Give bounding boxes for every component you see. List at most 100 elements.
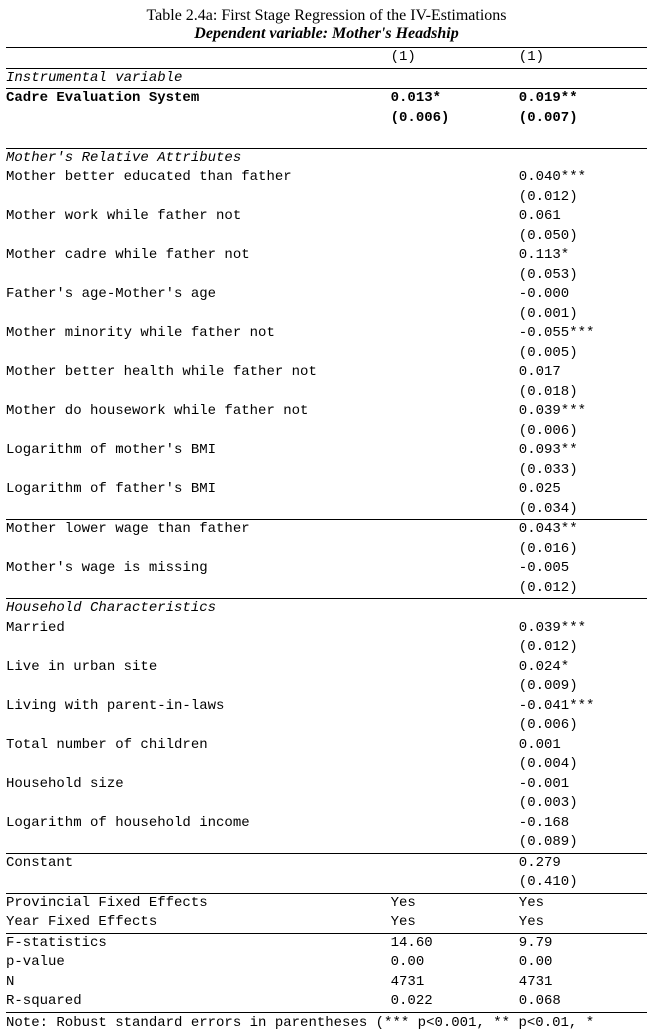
row-se1: [391, 461, 519, 481]
table-row-se: (0.012): [6, 638, 647, 658]
row-label: Father's age-Mother's age: [6, 285, 391, 305]
row-se1: [391, 500, 519, 520]
table-row-se: (0.033): [6, 461, 647, 481]
table-row: Mother better health while father not 0.0…: [6, 363, 647, 383]
row-se2: (0.016): [519, 540, 647, 560]
table-row-se: (0.050): [6, 227, 647, 247]
table-row-se: (0.003): [6, 794, 647, 814]
row-v1: [391, 441, 519, 461]
table-row: Mother minority while father not-0.055**…: [6, 324, 647, 344]
row-se2: (0.033): [519, 461, 647, 481]
section-relattr-heading: Mother's Relative Attributes: [6, 148, 647, 168]
row-v2: 0.093**: [519, 441, 647, 461]
row-se1: [391, 422, 519, 442]
row-se2: (0.004): [519, 755, 647, 775]
row-v1: [391, 168, 519, 188]
row-label: Constant: [6, 853, 391, 873]
table-row: Married0.039***: [6, 619, 647, 639]
row-v2: 0.024*: [519, 658, 647, 678]
row-se1: [391, 188, 519, 208]
table-row: Mother better educated than father 0.040*…: [6, 168, 647, 188]
row-v1: [391, 207, 519, 227]
row-v1: [391, 736, 519, 756]
row-v1: [391, 619, 519, 639]
row-label: Logarithm of household income: [6, 814, 391, 834]
row-v2: 0.019**: [519, 89, 647, 109]
row-v1: 0.00: [391, 953, 519, 973]
row-v1: [391, 814, 519, 834]
section-hh-heading: Household Characteristics: [6, 599, 647, 619]
table-caption: Table 2.4a: First Stage Regression of th…: [6, 6, 647, 25]
row-v1: 0.022: [391, 992, 519, 1012]
row-label: Logarithm of mother's BMI: [6, 441, 391, 461]
table-row: Live in urban site0.024*: [6, 658, 647, 678]
regression-table: (1) (1) Instrumental variable Cadre Eval…: [6, 47, 647, 1013]
col-2-header: (1): [519, 48, 647, 69]
row-v2: 0.068: [519, 992, 647, 1012]
row-v2: 9.79: [519, 933, 647, 953]
row-label: Mother better health while father not: [6, 363, 391, 383]
row-se2: (0.034): [519, 500, 647, 520]
table-row-se: (0.053): [6, 266, 647, 286]
row-se2: (0.012): [519, 579, 647, 599]
row-v2: 0.017: [519, 363, 647, 383]
table-row: Living with parent-in-laws-0.041***: [6, 697, 647, 717]
row-se2: (0.050): [519, 227, 647, 247]
col-1-header: (1): [391, 48, 519, 69]
table-row-se: (0.006): [6, 422, 647, 442]
table-row-se: (0.018): [6, 383, 647, 403]
table-row: Household size -0.001: [6, 775, 647, 795]
row-v1: 0.013*: [391, 89, 519, 109]
row-v1: [391, 520, 519, 540]
table-row: Provincial Fixed EffectsYesYes: [6, 893, 647, 913]
table-row: N47314731: [6, 973, 647, 993]
iv-row: Cadre Evaluation System 0.013* 0.019**: [6, 89, 647, 109]
row-se1: [391, 579, 519, 599]
row-se2: (0.006): [519, 716, 647, 736]
row-label: Mother better educated than father: [6, 168, 391, 188]
row-label: Mother's wage is missing: [6, 559, 391, 579]
table-row-se: (0.005): [6, 344, 647, 364]
row-v2: 0.040***: [519, 168, 647, 188]
row-v1: [391, 480, 519, 500]
row-label: Mother cadre while father not: [6, 246, 391, 266]
row-v2: -0.000: [519, 285, 647, 305]
row-se2: (0.001): [519, 305, 647, 325]
row-se1: [391, 305, 519, 325]
table-row: p-value0.000.00: [6, 953, 647, 973]
table-row: Mother cadre while father not 0.113*: [6, 246, 647, 266]
table-row: Mother's wage is missing-0.005: [6, 559, 647, 579]
row-v2: -0.001: [519, 775, 647, 795]
row-label: Household size: [6, 775, 391, 795]
row-se1: [391, 755, 519, 775]
row-v1: [391, 324, 519, 344]
row-label: F-statistics: [6, 933, 391, 953]
row-v2: 0.113*: [519, 246, 647, 266]
row-se1: [391, 227, 519, 247]
row-se1: [391, 677, 519, 697]
row-label: Mother do housework while father not: [6, 402, 391, 422]
table-row-se: (0.001): [6, 305, 647, 325]
row-label: Married: [6, 619, 391, 639]
row-v2: 0.043**: [519, 520, 647, 540]
table-row: Logarithm of mother's BMI 0.093**: [6, 441, 647, 461]
row-v2: -0.041***: [519, 697, 647, 717]
row-se1: (0.006): [391, 109, 519, 129]
table-row-se: (0.004): [6, 755, 647, 775]
row-v1: [391, 775, 519, 795]
row-v2: 4731: [519, 973, 647, 993]
row-v1: 4731: [391, 973, 519, 993]
table-note: Note: Robust standard errors in parenthe…: [6, 1015, 647, 1033]
row-v2: Yes: [519, 893, 647, 913]
row-label: Provincial Fixed Effects: [6, 893, 391, 913]
row-v2: 0.001: [519, 736, 647, 756]
row-v2: 0.039***: [519, 402, 647, 422]
row-v1: 14.60: [391, 933, 519, 953]
row-se1: [391, 540, 519, 560]
row-label: N: [6, 973, 391, 993]
row-v1: [391, 246, 519, 266]
table-row-se: (0.012): [6, 579, 647, 599]
table-row-se: (0.009): [6, 677, 647, 697]
row-se2: (0.005): [519, 344, 647, 364]
row-v2: -0.055***: [519, 324, 647, 344]
